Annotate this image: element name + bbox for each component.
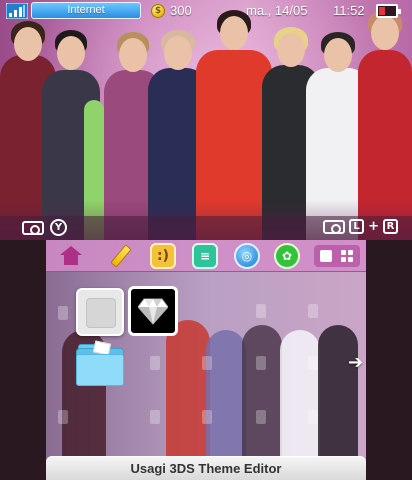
diamond-app-icon[interactable]: [128, 286, 178, 336]
clock-display: 11:52: [333, 3, 365, 18]
empty-slot[interactable]: [308, 410, 318, 424]
play-coin-icon: $: [151, 4, 165, 18]
empty-slot[interactable]: [202, 356, 212, 370]
selected-app-title: Usagi 3DS Theme Editor: [46, 456, 366, 480]
battery-level: [379, 7, 385, 15]
r-button-icon: R: [383, 219, 398, 234]
camera-hint-right: L + R: [323, 219, 398, 234]
view-mode-toggle: [314, 245, 360, 267]
network-status: Internet: [31, 2, 141, 19]
date-display: ma., 14/05: [246, 3, 308, 18]
home-settings-icon[interactable]: [58, 243, 84, 269]
grid-view-icon[interactable]: [341, 250, 353, 262]
battery-icon: [376, 4, 401, 18]
l-button-icon: L: [349, 219, 365, 234]
internet-browser-icon[interactable]: ◎: [234, 243, 260, 269]
y-button-icon: Y: [50, 219, 67, 236]
single-view-icon[interactable]: [320, 250, 332, 262]
empty-slot[interactable]: [58, 306, 68, 320]
status-bar: Internet $ 300 ma., 14/05 11:52: [0, 0, 412, 22]
empty-slot[interactable]: [256, 356, 266, 370]
bottom-frame-left: [0, 240, 46, 480]
miiverse-icon[interactable]: ≡: [192, 243, 218, 269]
empty-slot[interactable]: [58, 410, 68, 424]
empty-slot[interactable]: [308, 356, 318, 370]
bottom-frame-right: [366, 240, 412, 480]
empty-slot[interactable]: [256, 304, 266, 318]
plus-sign: +: [368, 219, 379, 234]
camera-hint-bar: Y L + R: [0, 216, 412, 240]
camera-hint-left: Y: [22, 219, 67, 236]
top-screen: Internet $ 300 ma., 14/05 11:52 Y L + R: [0, 0, 412, 240]
empty-slot[interactable]: [150, 410, 160, 424]
empty-slot[interactable]: [308, 304, 318, 318]
home-menu-toolbar: :) ≡ ◎ ✿: [46, 240, 366, 272]
camera-icon: [323, 219, 346, 234]
notifications-icon[interactable]: :): [150, 243, 176, 269]
friend-list-icon[interactable]: ✿: [274, 243, 300, 269]
bottom-screen: :) ≡ ◎ ✿ ➔ Usagi 3DS Theme Editor: [46, 240, 366, 480]
signal-strength-icon: [6, 3, 28, 19]
empty-slot[interactable]: [256, 410, 266, 424]
camera-icon: [22, 220, 44, 235]
scroll-right-arrow-icon[interactable]: ➔: [348, 352, 364, 374]
folder-icon[interactable]: [76, 340, 124, 386]
pencil-icon[interactable]: [108, 243, 134, 269]
play-coin-count: 300: [170, 3, 192, 18]
diamond-icon: [138, 298, 168, 325]
empty-slot[interactable]: [202, 410, 212, 424]
blank-app-icon[interactable]: [76, 288, 124, 336]
empty-slot[interactable]: [150, 356, 160, 370]
